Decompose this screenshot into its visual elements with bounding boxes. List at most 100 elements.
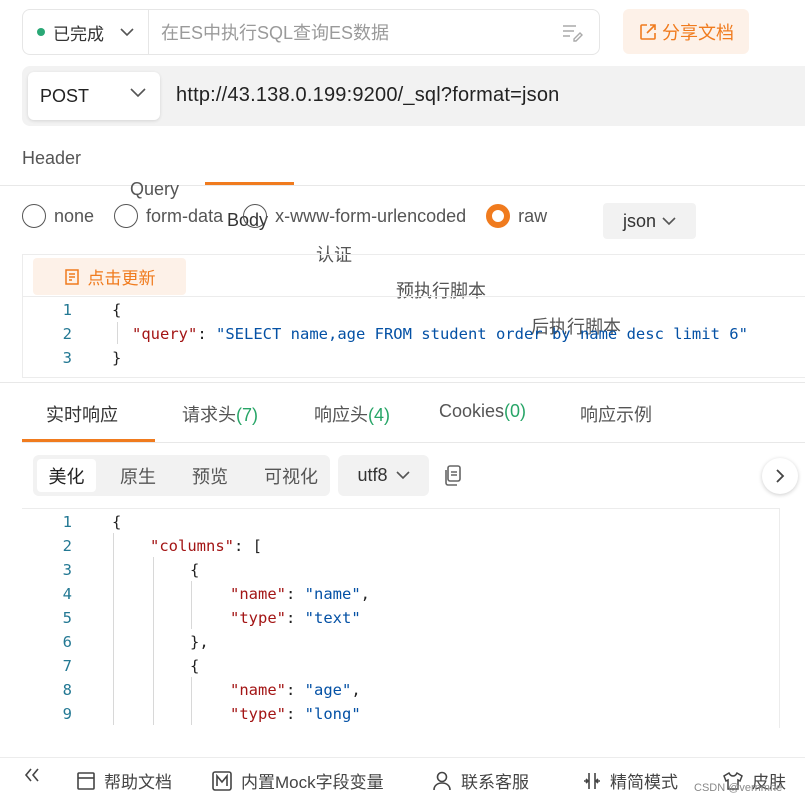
- code-line: "type": "text": [230, 609, 361, 627]
- tab-cookies[interactable]: Cookies(0): [439, 401, 526, 422]
- tab-header[interactable]: Header: [22, 143, 805, 174]
- active-tab-indicator: [205, 182, 294, 185]
- edit-list-icon: [563, 25, 583, 42]
- radio-form-data[interactable]: form-data: [114, 204, 223, 228]
- tab-query[interactable]: Query: [130, 174, 805, 205]
- raw-format-select[interactable]: json: [603, 203, 696, 239]
- tab-count: (7): [236, 405, 258, 425]
- help-label: 帮助文档: [104, 773, 172, 792]
- punctuation: :: [286, 705, 305, 723]
- line-number: 9: [62, 705, 72, 723]
- code-line: "name": "age",: [230, 681, 361, 699]
- help-docs-link[interactable]: 帮助文档: [76, 768, 172, 793]
- tab-request-headers[interactable]: 请求头(7): [182, 401, 258, 427]
- line-number: 3: [62, 561, 72, 579]
- status-dot: [37, 28, 45, 36]
- line-number: 7: [62, 657, 72, 675]
- collapse-button[interactable]: [24, 768, 40, 782]
- mode-raw[interactable]: 原生: [108, 459, 168, 492]
- code-line: "columns": [: [150, 537, 262, 555]
- punctuation: ,: [360, 585, 371, 603]
- code-line: {: [112, 513, 121, 531]
- contact-support-link[interactable]: 联系客服: [431, 768, 529, 793]
- api-name-placeholder: 在ES中执行SQL查询ES数据: [161, 23, 390, 43]
- editor-divider: [23, 296, 805, 297]
- code-line: "type": "long": [230, 705, 361, 723]
- line-number: 2: [62, 325, 72, 343]
- json-value: "name": [304, 585, 361, 603]
- tab-response-headers[interactable]: 响应头(4): [314, 401, 390, 427]
- mode-beautify[interactable]: 美化: [37, 459, 96, 492]
- json-key: "type": [230, 609, 286, 627]
- update-button[interactable]: 点击更新: [33, 258, 186, 295]
- punctuation: : [: [234, 537, 262, 555]
- chevron-down-icon: [395, 471, 410, 480]
- share-label: 分享文档: [662, 22, 734, 43]
- tab-live-response[interactable]: 实时响应: [46, 401, 118, 427]
- double-chevron-left-icon: [24, 768, 39, 782]
- indent-guide: [191, 581, 192, 629]
- json-key: "name": [230, 585, 286, 603]
- code-line: "query": "SELECT name,age FROM student o…: [132, 325, 748, 343]
- url-input[interactable]: http://43.138.0.199:9200/_sql?format=jso…: [176, 84, 559, 107]
- simple-mode-toggle[interactable]: 精简模式: [582, 768, 678, 793]
- api-name-input[interactable]: 在ES中执行SQL查询ES数据: [148, 9, 600, 55]
- indent-guide: [191, 677, 192, 725]
- document-icon: [77, 771, 95, 790]
- encoding-select[interactable]: utf8: [338, 455, 429, 496]
- punctuation: {: [112, 513, 122, 531]
- share-doc-button[interactable]: 分享文档: [623, 9, 749, 54]
- chevron-down-icon: [120, 27, 134, 36]
- tab-response-examples[interactable]: 响应示例: [580, 401, 652, 427]
- code-line: },: [190, 633, 209, 651]
- method-label: POST: [40, 85, 90, 106]
- mock-vars-link[interactable]: 内置Mock字段变量: [211, 768, 384, 793]
- method-select[interactable]: POST: [28, 72, 160, 120]
- radio-urlencoded[interactable]: x-www-form-urlencoded: [243, 204, 466, 228]
- section-divider: [0, 382, 805, 383]
- code-line: }: [112, 349, 122, 367]
- radio-selected-icon: [486, 204, 511, 228]
- compress-icon: [584, 772, 600, 789]
- punctuation: :: [286, 681, 305, 699]
- share-icon: [640, 23, 656, 40]
- line-number: 3: [62, 349, 72, 367]
- punctuation: },: [190, 633, 209, 651]
- mode-visualize[interactable]: 可视化: [255, 459, 327, 492]
- document-edit-icon: [64, 268, 79, 285]
- json-key: "type": [230, 705, 286, 723]
- mock-m-icon: [212, 770, 232, 791]
- punctuation: ,: [351, 681, 361, 699]
- tab-count: (0): [504, 401, 527, 421]
- code-line: "name": "name",: [230, 585, 370, 603]
- simple-mode-label: 精简模式: [610, 773, 678, 792]
- json-value: "age": [304, 681, 352, 699]
- active-tab-indicator: [22, 439, 155, 442]
- code-line: {: [112, 301, 122, 319]
- line-number: 1: [62, 513, 72, 531]
- response-viewer[interactable]: [22, 508, 780, 728]
- tab-label: Cookies: [439, 401, 505, 421]
- radio-label: form-data: [146, 205, 224, 226]
- json-key: "name": [230, 681, 286, 699]
- mode-preview[interactable]: 预览: [180, 459, 240, 492]
- scroll-right-button[interactable]: [762, 458, 798, 494]
- chevron-down-icon: [662, 216, 676, 225]
- line-number: 8: [62, 681, 72, 699]
- copy-icon[interactable]: [442, 464, 464, 488]
- encoding-label: utf8: [357, 465, 388, 485]
- mock-label: 内置Mock字段变量: [241, 773, 384, 792]
- radio-circle-icon: [243, 204, 268, 228]
- indent-guide: [153, 557, 154, 725]
- radio-none[interactable]: none: [22, 204, 94, 228]
- radio-raw[interactable]: raw: [486, 204, 547, 228]
- punctuation: {: [190, 561, 200, 579]
- punctuation: :: [286, 585, 305, 603]
- status-label: 已完成: [53, 24, 104, 44]
- json-key: "query": [132, 325, 198, 343]
- line-number: 4: [62, 585, 72, 603]
- tab-label: 响应示例: [580, 405, 652, 425]
- status-select[interactable]: 已完成: [22, 9, 148, 55]
- radio-label: x-www-form-urlencoded: [275, 205, 467, 226]
- json-value: "long": [304, 705, 361, 723]
